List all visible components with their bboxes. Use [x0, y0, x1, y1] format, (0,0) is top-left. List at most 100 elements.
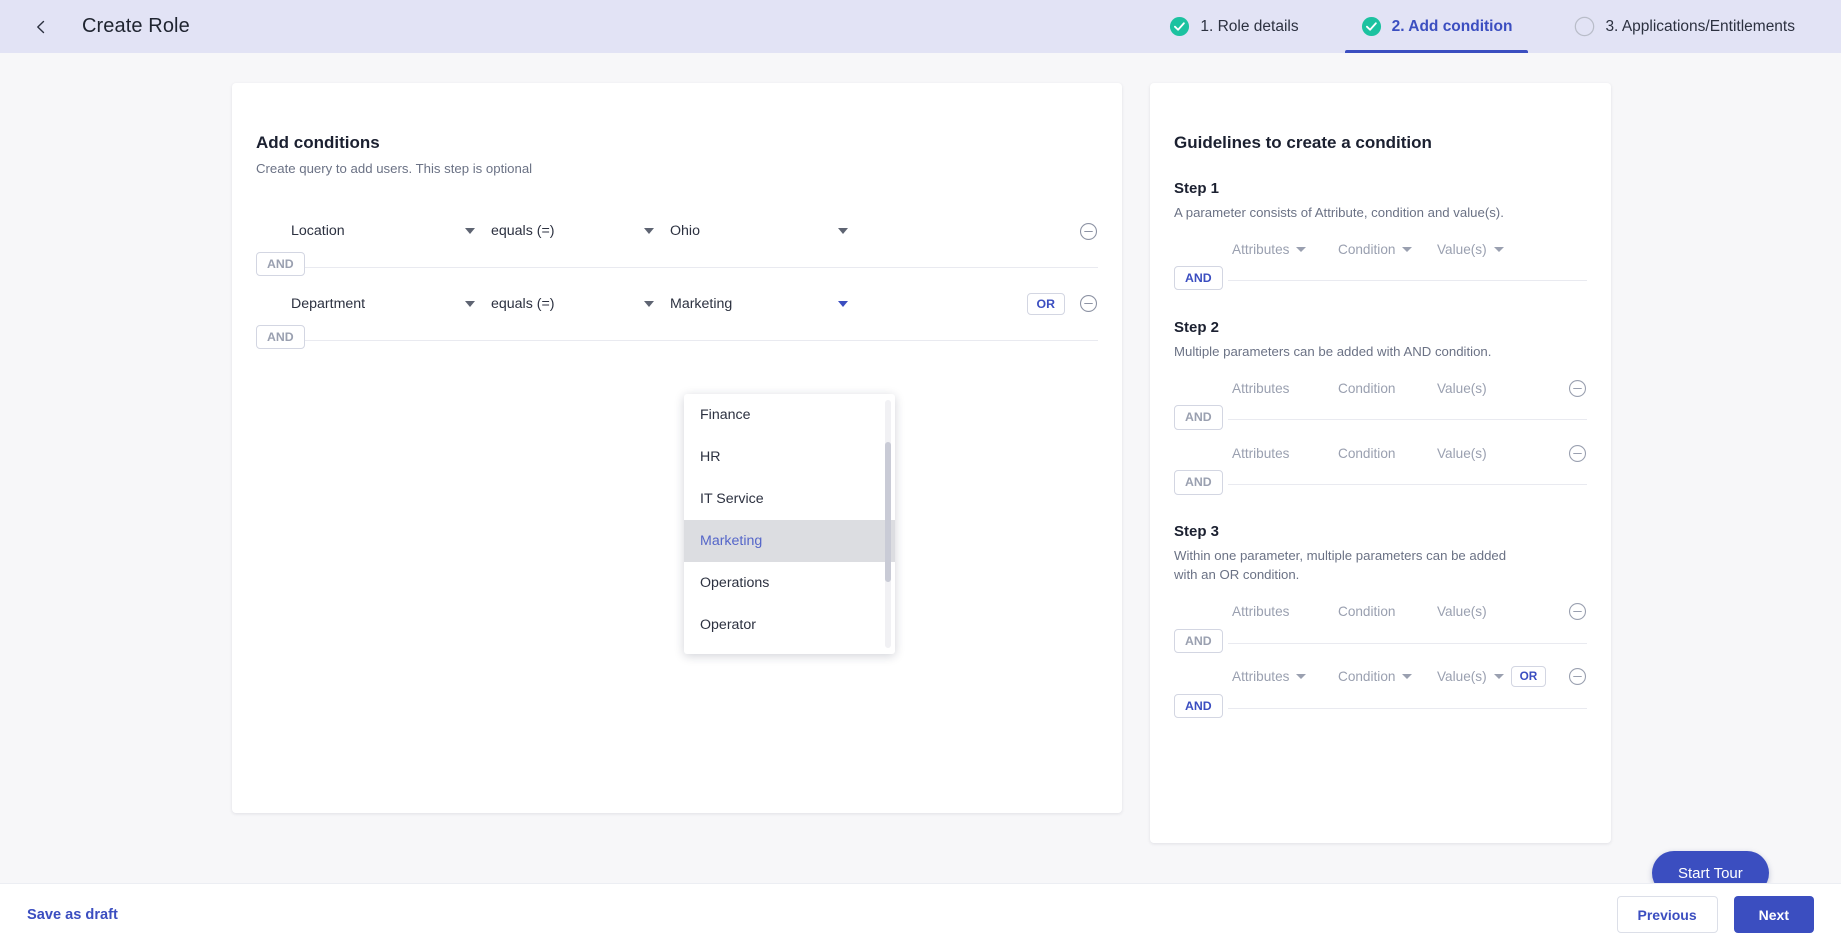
or-badge[interactable]: OR [1510, 665, 1547, 688]
chevron-down-icon [1296, 674, 1307, 680]
guideline-row: Attributes Condition Value(s) [1174, 595, 1587, 629]
add-conditions-card: Add conditions Create query to add users… [232, 83, 1122, 813]
chevron-down-icon [1296, 246, 1307, 252]
footer-actions: Previous Next [1616, 896, 1841, 933]
attributes-label: Attributes [1232, 445, 1290, 461]
save-as-draft-button[interactable]: Save as draft [27, 907, 118, 923]
and-divider: AND [1174, 405, 1587, 436]
step-indicator: 1. Role details 2. Add condition 3. Appl… [1153, 0, 1841, 53]
row-actions: OR [1026, 292, 1098, 316]
condition-select[interactable]: Condition [1338, 669, 1437, 684]
page-header: Create Role 1. Role details 2. Add condi… [0, 0, 1841, 53]
guideline-row: Attributes Condition Value(s) [1174, 232, 1587, 266]
attribute-select[interactable]: Department [291, 287, 475, 321]
circle-minus-icon[interactable] [1568, 667, 1587, 686]
step-add-condition[interactable]: 2. Add condition [1344, 0, 1529, 53]
guideline-row: Attributes Condition Value(s) [1174, 371, 1587, 405]
back-button[interactable] [24, 10, 58, 44]
circle-minus-icon[interactable] [1568, 379, 1587, 398]
circle-minus-icon[interactable] [1079, 294, 1098, 313]
dropdown-option[interactable]: Operations [684, 562, 895, 604]
condition-select[interactable]: equals (=) [491, 214, 654, 248]
condition-row: Department equals (=) Marketing OR [256, 283, 1098, 325]
value-select[interactable]: Ohio [670, 214, 848, 248]
condition-group: Location equals (=) Ohio AND Department … [256, 210, 1098, 356]
and-badge[interactable]: AND [1174, 405, 1223, 430]
dropdown-option-selected[interactable]: Marketing [684, 520, 895, 562]
guideline-step-2: Step 2 Multiple parameters can be added … [1174, 319, 1587, 501]
guidelines-title: Guidelines to create a condition [1174, 133, 1432, 152]
condition-label: Condition [1338, 604, 1396, 620]
chevron-down-icon [1493, 246, 1504, 252]
and-divider: AND [1174, 693, 1587, 725]
condition-value: equals (=) [491, 296, 555, 312]
conditions-area: Add conditions Create query to add users… [256, 133, 1098, 356]
value-value: Marketing [670, 296, 733, 312]
condition-select[interactable]: Condition [1338, 446, 1437, 461]
values-select[interactable]: Value(s) [1437, 242, 1523, 257]
attributes-select[interactable]: Attributes [1232, 381, 1338, 396]
condition-select[interactable]: Condition [1338, 381, 1437, 396]
circle-minus-icon[interactable] [1568, 444, 1587, 463]
page-footer: Save as draft Previous Next [0, 883, 1841, 945]
dropdown-option[interactable]: HR [684, 436, 895, 478]
condition-select[interactable]: Condition [1338, 242, 1437, 257]
attributes-select[interactable]: Attributes [1232, 242, 1338, 257]
attributes-label: Attributes [1232, 604, 1290, 620]
values-label: Value(s) [1437, 241, 1487, 257]
values-select[interactable]: Value(s) [1437, 446, 1523, 461]
values-select[interactable]: Value(s) [1437, 604, 1523, 619]
values-label: Value(s) [1437, 380, 1487, 396]
condition-label: Condition [1338, 380, 1396, 396]
values-label: Value(s) [1437, 445, 1487, 461]
circle-minus-icon[interactable] [1079, 222, 1098, 241]
guideline-step-title: Step 2 [1174, 319, 1220, 337]
and-badge[interactable]: AND [1174, 266, 1223, 291]
or-badge[interactable]: OR [1026, 292, 1065, 316]
department-options-dropdown: Finance HR IT Service Marketing Operatio… [684, 394, 895, 654]
attributes-label: Attributes [1232, 669, 1290, 685]
dropdown-option[interactable]: Operator [684, 604, 895, 646]
page-body: Add conditions Create query to add users… [0, 53, 1841, 895]
chevron-down-icon [644, 301, 654, 307]
condition-select[interactable]: Condition [1338, 604, 1437, 619]
values-label: Value(s) [1437, 669, 1487, 685]
values-select[interactable]: Value(s) [1437, 381, 1523, 396]
and-badge[interactable]: AND [1174, 693, 1223, 718]
previous-button[interactable]: Previous [1616, 896, 1718, 933]
and-badge[interactable]: AND [1174, 628, 1223, 653]
dropdown-option[interactable]: IT Service [684, 478, 895, 520]
attributes-select[interactable]: Attributes [1232, 446, 1338, 461]
attributes-label: Attributes [1232, 380, 1290, 396]
step-applications-entitlements[interactable]: 3. Applications/Entitlements [1558, 0, 1811, 53]
guideline-step-title: Step 1 [1174, 180, 1220, 197]
check-circle-icon [1361, 16, 1381, 37]
condition-label: Condition [1338, 241, 1396, 257]
and-badge[interactable]: AND [256, 325, 305, 350]
step-label: 1. Role details [1200, 17, 1299, 35]
guideline-step-title: Step 3 [1174, 523, 1220, 541]
and-divider: AND [1174, 470, 1587, 501]
and-divider: AND [1174, 628, 1587, 660]
and-badge[interactable]: AND [1174, 470, 1223, 495]
next-button[interactable]: Next [1733, 896, 1814, 933]
attribute-value: Location [291, 223, 345, 239]
dropdown-option[interactable]: Finance [684, 394, 895, 436]
and-divider: AND [256, 325, 1098, 356]
step-label: 3. Applications/Entitlements [1605, 17, 1795, 35]
and-badge[interactable]: AND [256, 252, 305, 277]
guideline-step-description: Multiple parameters can be added with AN… [1174, 344, 1492, 360]
step-role-details[interactable]: 1. Role details [1153, 0, 1314, 53]
attributes-select[interactable]: Attributes [1232, 669, 1338, 684]
row-actions [1079, 222, 1098, 241]
attribute-select[interactable]: Location [291, 214, 475, 248]
attributes-select[interactable]: Attributes [1232, 604, 1338, 619]
value-select[interactable]: Marketing [670, 287, 848, 321]
circle-minus-icon[interactable] [1568, 602, 1587, 621]
attribute-value: Department [291, 296, 366, 312]
attributes-label: Attributes [1232, 241, 1290, 257]
values-label: Value(s) [1437, 604, 1487, 620]
dropdown-scrollbar-thumb[interactable] [885, 442, 891, 582]
condition-select[interactable]: equals (=) [491, 287, 654, 321]
values-select[interactable]: Value(s) OR [1437, 665, 1555, 688]
